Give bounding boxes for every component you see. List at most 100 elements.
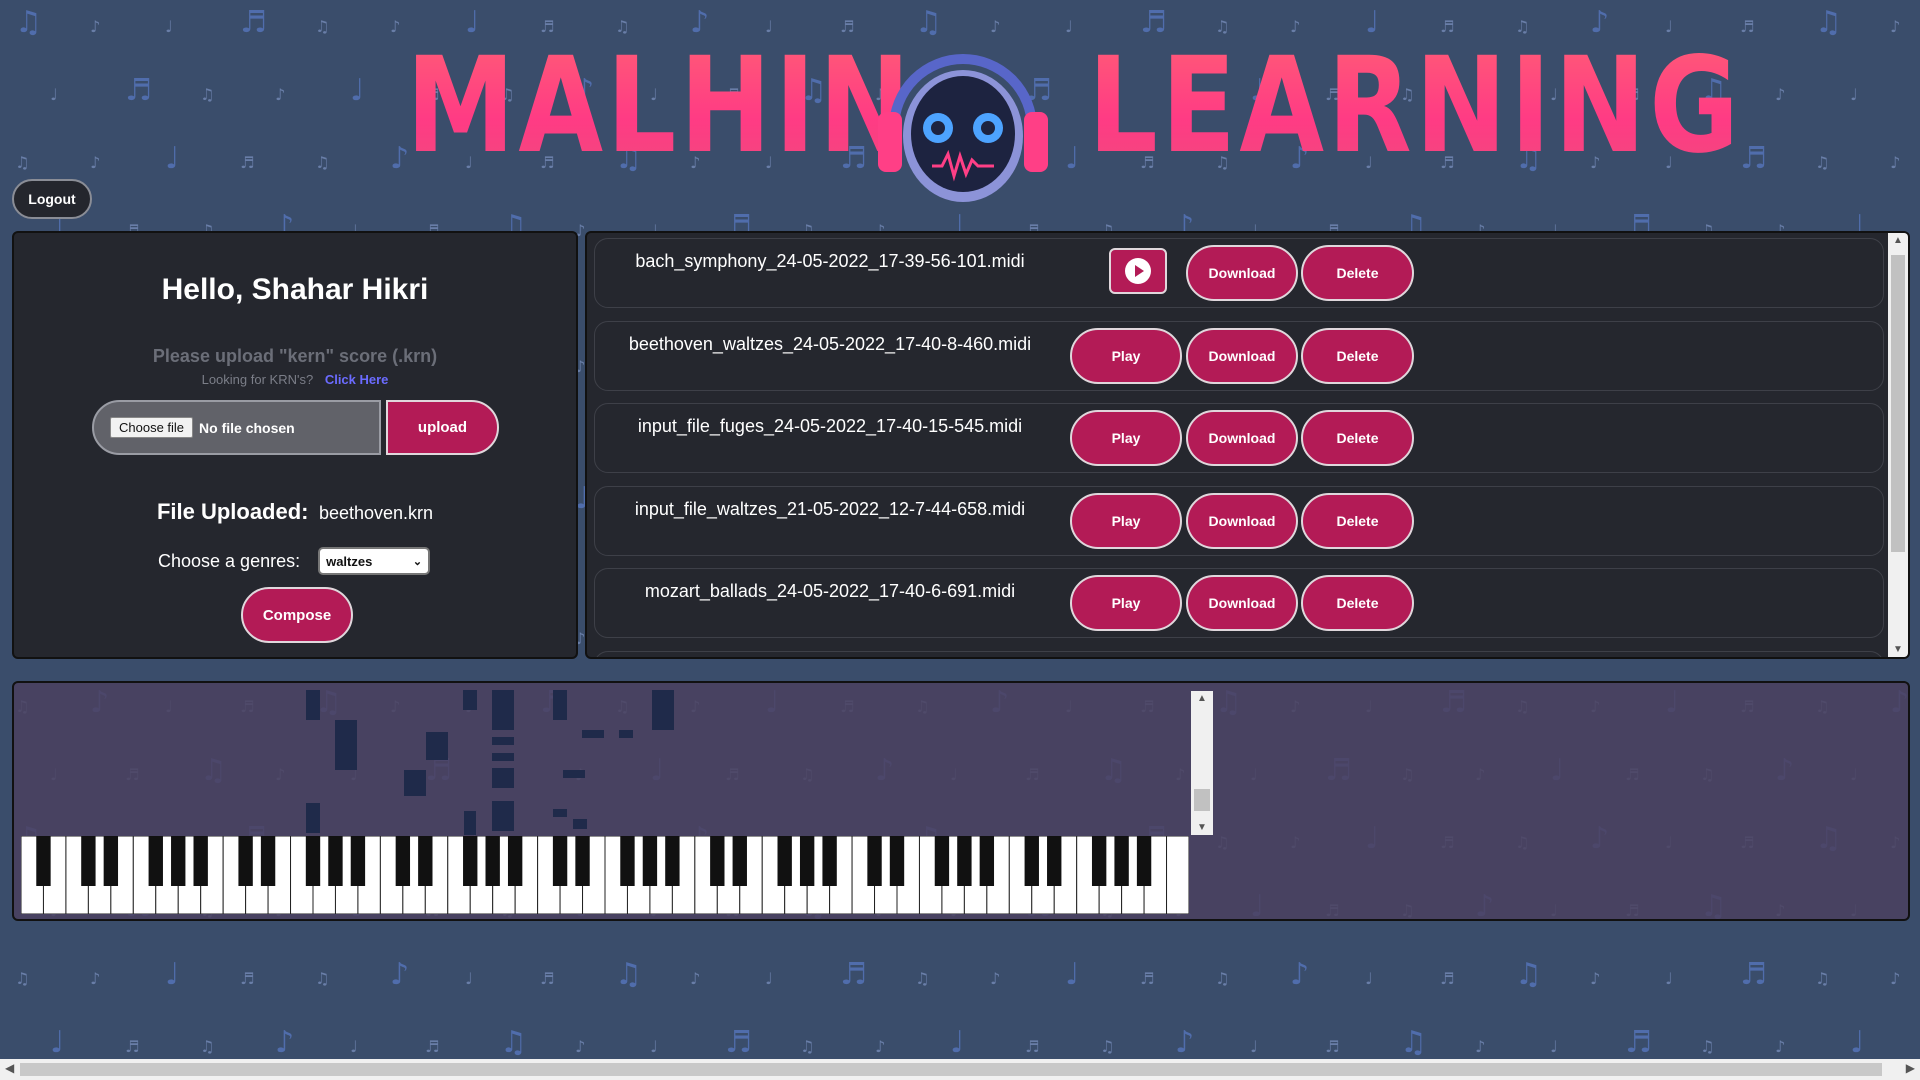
black-key[interactable] bbox=[799, 836, 815, 886]
black-key[interactable] bbox=[777, 836, 792, 886]
black-key[interactable] bbox=[418, 836, 433, 886]
download-button[interactable]: Download bbox=[1186, 493, 1298, 549]
black-key[interactable] bbox=[238, 836, 253, 886]
music-note-icon: ♩ bbox=[165, 17, 173, 36]
black-key[interactable] bbox=[350, 836, 366, 886]
black-key[interactable] bbox=[889, 836, 905, 886]
black-key[interactable] bbox=[552, 836, 568, 886]
black-key[interactable] bbox=[642, 836, 658, 886]
music-note-icon: ♫ bbox=[1815, 153, 1829, 172]
black-key[interactable] bbox=[1114, 836, 1129, 886]
music-note-icon: ♫ bbox=[200, 85, 214, 104]
black-key[interactable] bbox=[1091, 836, 1107, 886]
music-note-icon: ♩ bbox=[165, 957, 179, 992]
music-note-icon: ♫ bbox=[1215, 969, 1229, 988]
music-note-icon: ♪ bbox=[1890, 153, 1900, 172]
roll-scroll-up-icon[interactable]: ▲ bbox=[1191, 693, 1213, 704]
play-button[interactable]: Play bbox=[1070, 328, 1182, 384]
upload-button[interactable]: upload bbox=[386, 400, 499, 455]
black-key[interactable] bbox=[1047, 836, 1062, 886]
black-key[interactable] bbox=[148, 836, 163, 886]
delete-button[interactable]: Delete bbox=[1301, 575, 1414, 631]
play-button[interactable]: Play bbox=[1070, 575, 1182, 631]
music-note-icon: ♪ bbox=[390, 17, 400, 36]
black-key[interactable] bbox=[171, 836, 186, 886]
delete-button[interactable]: Delete bbox=[1301, 328, 1414, 384]
black-key[interactable] bbox=[193, 836, 208, 886]
play-circle-icon bbox=[1125, 258, 1151, 284]
krn-question: Looking for KRN's? bbox=[201, 372, 314, 387]
file-uploaded-label: File Uploaded: bbox=[156, 499, 309, 524]
scroll-left-icon[interactable]: ◀ bbox=[5, 1061, 14, 1075]
black-key[interactable] bbox=[934, 836, 950, 886]
black-key[interactable] bbox=[36, 836, 51, 886]
black-key[interactable] bbox=[620, 836, 635, 886]
black-key[interactable] bbox=[867, 836, 882, 886]
piano-roll-scrollbar[interactable]: ▲ ▼ bbox=[1191, 691, 1213, 835]
download-button[interactable]: Download bbox=[1186, 575, 1298, 631]
music-note-icon: ♩ bbox=[1250, 1037, 1258, 1056]
black-key[interactable] bbox=[1136, 836, 1152, 886]
black-key[interactable] bbox=[575, 836, 590, 886]
music-note-icon: ♬ bbox=[1025, 1037, 1039, 1056]
music-note-icon: ♪ bbox=[1475, 1037, 1485, 1056]
krn-link[interactable]: Click Here bbox=[325, 372, 389, 387]
music-note-icon: ♩ bbox=[1065, 957, 1079, 992]
black-key[interactable] bbox=[979, 836, 995, 886]
music-note-icon: ♩ bbox=[1550, 1037, 1558, 1056]
genre-select[interactable]: waltzes ⌄ bbox=[318, 547, 431, 575]
play-circle-button[interactable] bbox=[1109, 248, 1167, 294]
delete-button[interactable]: Delete bbox=[1301, 245, 1414, 301]
choose-file-button[interactable]: Choose file bbox=[110, 417, 194, 438]
play-button[interactable]: Play bbox=[1070, 410, 1182, 466]
scroll-down-icon[interactable]: ▼ bbox=[1888, 644, 1908, 655]
roll-scroll-down-icon[interactable]: ▼ bbox=[1191, 822, 1213, 833]
black-key[interactable] bbox=[710, 836, 725, 886]
delete-button[interactable]: Delete bbox=[1301, 493, 1414, 549]
music-note-icon: ♪ bbox=[875, 1037, 885, 1056]
download-button[interactable]: Download bbox=[1186, 245, 1298, 301]
scrollbar-thumb[interactable] bbox=[1891, 255, 1905, 552]
black-key[interactable] bbox=[103, 836, 119, 886]
delete-button[interactable]: Delete bbox=[1301, 410, 1414, 466]
genre-label: Choose a genres: bbox=[158, 550, 301, 571]
music-note-icon: ♪ bbox=[1775, 1037, 1785, 1056]
download-button[interactable]: Download bbox=[1186, 328, 1298, 384]
black-key[interactable] bbox=[463, 836, 478, 886]
black-key[interactable] bbox=[665, 836, 680, 886]
scroll-up-icon[interactable]: ▲ bbox=[1888, 235, 1908, 246]
music-note-icon: ♩ bbox=[650, 1037, 658, 1056]
music-note-icon: ♬ bbox=[1740, 957, 1767, 992]
black-key[interactable] bbox=[507, 836, 523, 886]
black-key[interactable] bbox=[81, 836, 96, 886]
logout-button[interactable]: Logout bbox=[12, 179, 92, 219]
black-key[interactable] bbox=[328, 836, 343, 886]
music-note-icon: ♬ bbox=[240, 969, 254, 988]
scroll-right-icon[interactable]: ▶ bbox=[1906, 1061, 1915, 1075]
download-button[interactable]: Download bbox=[1186, 410, 1298, 466]
black-key[interactable] bbox=[485, 836, 500, 886]
play-button[interactable]: Play bbox=[1070, 493, 1182, 549]
music-note-icon: ♩ bbox=[1065, 141, 1079, 176]
roll-scrollbar-thumb[interactable] bbox=[1194, 789, 1210, 811]
horizontal-scrollbar-thumb[interactable] bbox=[20, 1063, 1882, 1076]
black-key[interactable] bbox=[395, 836, 411, 886]
black-key[interactable] bbox=[957, 836, 972, 886]
file-list-scrollbar[interactable]: ▲ ▼ bbox=[1888, 233, 1908, 657]
chevron-down-icon: ⌄ bbox=[412, 555, 423, 568]
file-input[interactable]: Choose file No file chosen bbox=[92, 400, 381, 455]
black-key[interactable] bbox=[732, 836, 747, 886]
file-name: beethoven_waltzes_24-05-2022_17-40-8-460… bbox=[628, 334, 1032, 354]
page-horizontal-scrollbar[interactable]: ◀ ▶ bbox=[0, 1059, 1920, 1080]
music-note-icon: ♪ bbox=[575, 1037, 585, 1056]
black-key[interactable] bbox=[260, 836, 276, 886]
file-uploaded-line: File Uploaded: beethoven.krn bbox=[14, 499, 576, 525]
music-note-icon: ♫ bbox=[315, 969, 329, 988]
piano-keyboard[interactable] bbox=[21, 836, 1189, 914]
black-key[interactable] bbox=[822, 836, 837, 886]
music-note-icon: ♪ bbox=[990, 17, 1000, 36]
black-key[interactable] bbox=[1024, 836, 1039, 886]
compose-button[interactable]: Compose bbox=[241, 587, 353, 643]
black-key[interactable] bbox=[305, 836, 321, 886]
white-key[interactable] bbox=[1166, 836, 1189, 914]
